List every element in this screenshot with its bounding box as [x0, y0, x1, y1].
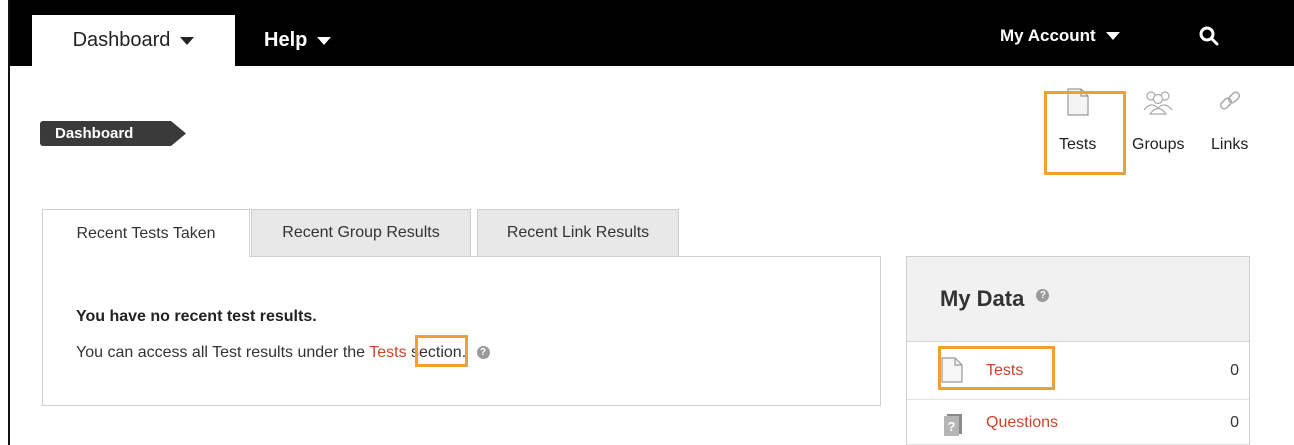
help-icon[interactable]: ? — [476, 346, 490, 360]
shortcut-groups-label: Groups — [1132, 136, 1185, 153]
search-button[interactable] — [1199, 26, 1219, 51]
my-data-header: My Data ? — [907, 257, 1249, 342]
empty-state-text-before: You can access all Test results under th… — [76, 344, 370, 361]
help-icon[interactable]: ? — [1036, 288, 1050, 302]
my-data-row-count: 0 — [1230, 362, 1239, 379]
my-account-menu[interactable]: My Account — [1000, 26, 1120, 46]
shortcut-groups[interactable]: Groups — [1132, 88, 1184, 154]
chevron-down-icon — [317, 36, 332, 45]
dashboard-menu[interactable]: Dashboard — [32, 15, 235, 66]
link-icon — [1219, 91, 1240, 110]
tab-label: Recent Tests Taken — [76, 224, 216, 242]
question-icon: ? — [944, 414, 962, 436]
my-data-title-text: My Data — [940, 286, 1025, 311]
help-menu[interactable]: Help — [264, 15, 332, 66]
breadcrumb: Dashboard — [40, 121, 186, 146]
chevron-down-icon — [180, 36, 195, 45]
my-account-label: My Account — [1000, 26, 1096, 45]
tab-recent-group-results[interactable]: Recent Group Results — [251, 209, 471, 256]
breadcrumb-current: Dashboard — [55, 125, 134, 142]
tab-label: Recent Group Results — [282, 224, 440, 241]
tab-recent-tests-taken[interactable]: Recent Tests Taken — [42, 209, 250, 257]
my-data-row-label[interactable]: Questions — [986, 414, 1058, 432]
dashboard-menu-label: Dashboard — [72, 29, 171, 51]
help-menu-label: Help — [264, 29, 308, 51]
search-icon — [1199, 26, 1219, 46]
shortcut-links-label: Links — [1211, 136, 1249, 153]
tab-label: Recent Link Results — [506, 224, 650, 241]
my-data-title: My Data ? — [940, 286, 1050, 312]
highlight-box — [415, 335, 468, 367]
empty-state-title: You have no recent test results. — [76, 308, 317, 325]
tab-recent-link-results[interactable]: Recent Link Results — [477, 209, 679, 256]
my-data-row-count: 0 — [1230, 414, 1239, 431]
highlight-box — [1044, 91, 1126, 175]
window-edge — [8, 0, 10, 445]
chevron-down-icon — [1105, 32, 1120, 40]
my-data-row-questions[interactable]: ? Questions 0 — [907, 400, 1249, 445]
svg-text:?: ? — [948, 419, 956, 434]
shortcut-links[interactable]: Links — [1211, 88, 1248, 154]
recent-tests-panel: You have no recent test results. You can… — [42, 256, 881, 406]
highlight-box — [938, 346, 1055, 390]
groups-icon — [1143, 91, 1173, 115]
tests-link[interactable]: Tests — [369, 344, 406, 361]
